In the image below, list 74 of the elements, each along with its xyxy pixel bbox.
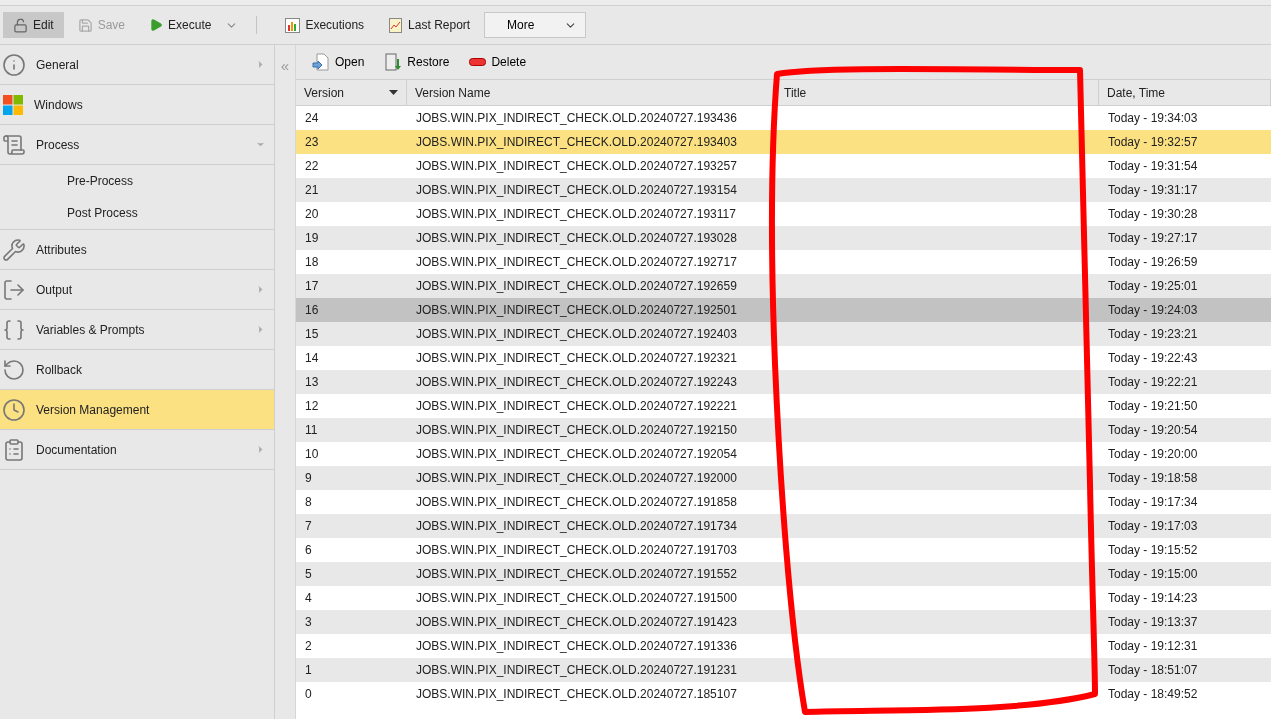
sidebar-item[interactable]: Windows xyxy=(0,85,274,125)
version-cell: 21 xyxy=(296,178,407,202)
toolbar-button[interactable]: Last Report xyxy=(378,12,481,38)
more-dropdown[interactable]: More xyxy=(484,12,587,38)
toolbar-button[interactable]: Execute xyxy=(139,12,222,38)
play-icon xyxy=(149,18,164,32)
toolbar-button[interactable]: Executions xyxy=(275,12,375,38)
version-cell: 23 xyxy=(296,130,407,154)
clipboard-icon xyxy=(2,437,26,462)
version-cell: 7 xyxy=(296,514,407,538)
minus-bar-icon xyxy=(469,58,487,66)
unlock-icon xyxy=(13,17,28,33)
version-cell: 16 xyxy=(296,298,407,322)
date-time-cell: Today - 19:32:57 xyxy=(1099,130,1271,154)
version-name-cell: JOBS.WIN.PIX_INDIRECT_CHECK.OLD.20240727.191423 xyxy=(407,610,776,634)
info-icon xyxy=(2,52,26,77)
date-time-cell: Today - 19:22:21 xyxy=(1099,370,1271,394)
toolbar-button[interactable]: Edit xyxy=(3,12,64,38)
version-name-cell: JOBS.WIN.PIX_INDIRECT_CHECK.OLD.20240727.191552 xyxy=(407,562,776,586)
column-header[interactable]: Date, Time xyxy=(1099,80,1271,106)
sidebar-subitem[interactable]: Pre-Process xyxy=(0,165,274,197)
sidebar-item[interactable]: Process xyxy=(0,125,274,165)
date-time-cell: Today - 19:15:00 xyxy=(1099,562,1271,586)
date-time-cell: Today - 19:31:17 xyxy=(1099,178,1271,202)
date-time-cell: Today - 19:23:21 xyxy=(1099,322,1271,346)
version-name-cell: JOBS.WIN.PIX_INDIRECT_CHECK.OLD.20240727.192150 xyxy=(407,418,776,442)
report-icon xyxy=(388,17,404,33)
version-name-cell: JOBS.WIN.PIX_INDIRECT_CHECK.OLD.20240727.192659 xyxy=(407,274,776,298)
sidebar-item[interactable]: Variables & Prompts xyxy=(0,310,274,350)
column-header[interactable]: Version Name xyxy=(407,80,776,106)
date-time-cell: Today - 19:18:58 xyxy=(1099,466,1271,490)
date-time-cell: Today - 19:27:17 xyxy=(1099,226,1271,250)
date-time-cell: Today - 19:24:03 xyxy=(1099,298,1271,322)
date-time-cell: Today - 19:13:37 xyxy=(1099,610,1271,634)
windows-logo-icon xyxy=(2,93,24,116)
action-button[interactable]: Restore xyxy=(384,53,450,71)
version-name-cell: JOBS.WIN.PIX_INDIRECT_CHECK.OLD.20240727.192000 xyxy=(407,466,776,490)
column-header[interactable]: Title xyxy=(776,80,1099,106)
sidebar-subitem[interactable]: Post Process xyxy=(0,197,274,229)
version-name-cell: JOBS.WIN.PIX_INDIRECT_CHECK.OLD.20240727.193154 xyxy=(407,178,776,202)
document-arrow-icon xyxy=(312,53,330,71)
braces-icon xyxy=(2,317,26,342)
sidebar-item[interactable]: Version Management xyxy=(0,390,274,430)
sidebar-item[interactable]: Attributes xyxy=(0,230,274,270)
clock-icon xyxy=(2,397,26,422)
version-cell: 9 xyxy=(296,466,407,490)
version-cell: 13 xyxy=(296,370,407,394)
action-button[interactable]: Delete xyxy=(469,55,527,69)
date-time-cell: Today - 18:51:07 xyxy=(1099,658,1271,682)
version-cell: 15 xyxy=(296,322,407,346)
version-cell: 19 xyxy=(296,226,407,250)
bar-chart-icon xyxy=(285,17,301,33)
date-time-cell: Today - 19:17:03 xyxy=(1099,514,1271,538)
version-cell: 5 xyxy=(296,562,407,586)
action-button[interactable]: Open xyxy=(312,53,365,71)
version-cell: 11 xyxy=(296,418,407,442)
sidebar-item[interactable]: General xyxy=(0,45,274,85)
column-header[interactable]: Version xyxy=(296,80,407,106)
version-name-cell: JOBS.WIN.PIX_INDIRECT_CHECK.OLD.20240727.191734 xyxy=(407,514,776,538)
rotate-icon xyxy=(2,357,26,382)
version-name-cell: JOBS.WIN.PIX_INDIRECT_CHECK.OLD.20240727.192243 xyxy=(407,370,776,394)
date-time-cell: Today - 19:25:01 xyxy=(1099,274,1271,298)
sidebar-item[interactable]: Documentation xyxy=(0,430,274,470)
wrench-icon xyxy=(2,237,26,262)
scroll-icon xyxy=(2,132,26,157)
door-arrow-icon xyxy=(384,53,403,71)
floppy-icon xyxy=(77,17,93,33)
version-cell: 3 xyxy=(296,610,407,634)
version-name-cell: JOBS.WIN.PIX_INDIRECT_CHECK.OLD.20240727.191231 xyxy=(407,658,776,682)
version-cell: 17 xyxy=(296,274,407,298)
sidebar-item[interactable]: Output xyxy=(0,270,274,310)
version-name-cell: JOBS.WIN.PIX_INDIRECT_CHECK.OLD.20240727.193028 xyxy=(407,226,776,250)
date-time-cell: Today - 19:20:54 xyxy=(1099,418,1271,442)
version-cell: 1 xyxy=(296,658,407,682)
